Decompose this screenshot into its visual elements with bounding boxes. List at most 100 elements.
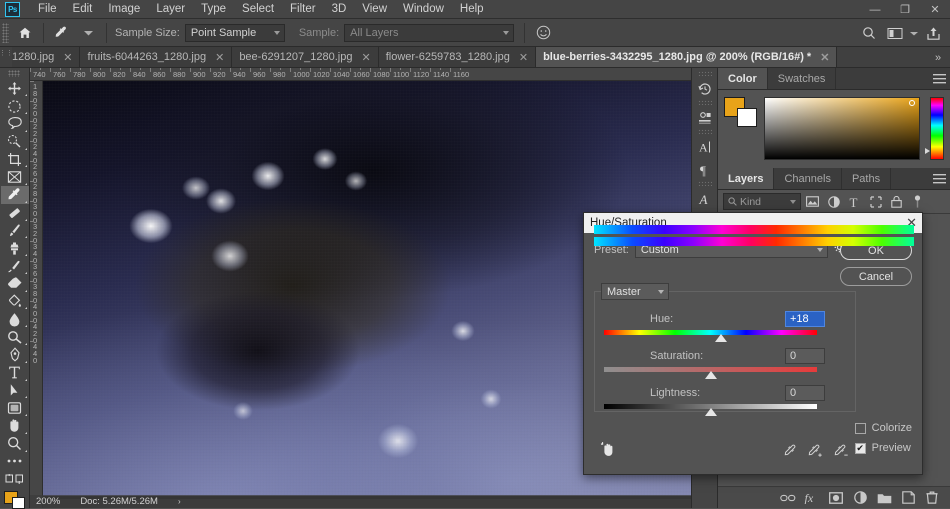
lightness-value-input[interactable]: 0 [785, 385, 825, 401]
document-tab-1[interactable]: fruits-6044263_1280.jpg ✕ [80, 47, 233, 67]
menu-filter[interactable]: Filter [282, 0, 324, 19]
tools-panel-grip[interactable] [8, 70, 20, 78]
tab-layers[interactable]: Layers [718, 168, 775, 189]
close-icon[interactable]: ✕ [519, 51, 528, 64]
eyedropper-add-icon[interactable] [808, 444, 824, 461]
background-color-swatch[interactable] [11, 497, 25, 509]
new-layer-icon[interactable] [896, 487, 920, 509]
channel-select[interactable]: Master [601, 283, 669, 300]
menu-help[interactable]: Help [452, 0, 492, 19]
icon-column-grip[interactable] [697, 129, 712, 134]
tab-channels[interactable]: Channels [774, 168, 842, 189]
layer-fx-icon[interactable]: fx [800, 487, 824, 509]
background-color-swatch[interactable] [737, 108, 757, 127]
properties-icon[interactable] [692, 106, 717, 129]
eraser-tool[interactable] [1, 275, 29, 293]
tab-bar-grip[interactable]: ⋮⋮ [0, 49, 13, 65]
color-field[interactable] [764, 97, 920, 160]
document-tab-3[interactable]: flower-6259783_1280.jpg ✕ [378, 47, 537, 67]
lightness-slider-track[interactable] [604, 404, 817, 416]
sample-select[interactable]: All Layers [344, 23, 515, 42]
lightness-slider-thumb[interactable] [704, 408, 717, 416]
spectrum-bar-output[interactable] [594, 237, 914, 246]
minimize-button[interactable]: — [860, 0, 890, 19]
eyedropper-subtract-icon[interactable] [834, 444, 850, 461]
filter-toggle-icon[interactable] [908, 192, 927, 211]
workspace-icon[interactable] [882, 20, 908, 46]
menu-layer[interactable]: Layer [148, 0, 193, 19]
status-bar-expand-icon[interactable]: › [178, 497, 181, 506]
search-icon[interactable] [856, 20, 882, 46]
type-filter-icon[interactable]: T [845, 192, 864, 211]
path-selection-tool[interactable] [1, 382, 29, 400]
zoom-level[interactable]: 200% [36, 496, 60, 507]
dodge-tool[interactable] [1, 328, 29, 346]
delete-layer-icon[interactable] [920, 487, 944, 509]
menu-3d[interactable]: 3D [324, 0, 355, 19]
restore-button[interactable]: ❐ [890, 0, 920, 19]
spot-healing-brush-tool[interactable] [1, 204, 29, 222]
saturation-value-input[interactable]: 0 [785, 348, 825, 364]
smart-object-filter-icon[interactable] [887, 192, 906, 211]
panel-menu-icon[interactable] [933, 68, 946, 90]
icon-column-grip[interactable] [697, 181, 712, 186]
shape-filter-icon[interactable] [866, 192, 885, 211]
hue-slider-track[interactable] [604, 330, 817, 342]
zoom-tool[interactable] [1, 435, 29, 453]
history-icon[interactable] [692, 77, 717, 100]
menu-window[interactable]: Window [395, 0, 452, 19]
scrubby-hand-icon[interactable] [600, 441, 617, 461]
icon-column-grip[interactable] [697, 100, 712, 105]
preview-row[interactable]: ✔ Preview [854, 442, 912, 454]
eyedropper-icon[interactable] [784, 444, 798, 461]
workspace-chevron-down-icon[interactable] [908, 20, 920, 46]
pen-tool[interactable] [1, 346, 29, 364]
hue-strip[interactable] [925, 97, 944, 160]
new-adjustment-icon[interactable] [848, 487, 872, 509]
paragraph-icon[interactable]: ¶ [692, 158, 717, 181]
close-icon[interactable]: ✕ [820, 51, 829, 64]
edit-toolbar-ellipsis-icon[interactable] [1, 453, 29, 471]
close-icon[interactable]: ✕ [361, 51, 370, 64]
close-button[interactable]: ✕ [920, 0, 950, 19]
paint-bucket-tool[interactable] [1, 293, 29, 311]
colorize-row[interactable]: Colorize [854, 422, 912, 434]
close-icon[interactable]: ✕ [215, 51, 224, 64]
hue-slider-thumb[interactable] [715, 334, 728, 342]
saturation-slider-thumb[interactable] [704, 371, 717, 379]
move-tool[interactable] [1, 79, 29, 97]
hue-saturation-dialog[interactable]: Hue/Saturation ✕ Preset: Custom OK Cance… [583, 212, 923, 475]
clone-stamp-tool[interactable] [1, 239, 29, 257]
options-bar-grip[interactable] [2, 22, 9, 43]
tab-overflow-button[interactable]: » [926, 47, 950, 67]
link-layers-icon[interactable] [776, 487, 800, 509]
document-tab-4[interactable]: blue-berries-3432295_1280.jpg @ 200% (RG… [536, 47, 838, 67]
rectangle-tool[interactable] [1, 399, 29, 417]
marquee-tool[interactable] [1, 97, 29, 115]
eyedropper-tool[interactable] [0, 186, 29, 204]
menu-file[interactable]: File [30, 0, 65, 19]
document-tab-2[interactable]: bee-6291207_1280.jpg ✕ [232, 47, 379, 67]
color-panel-swatches[interactable] [724, 97, 758, 127]
hand-tool[interactable] [1, 417, 29, 435]
tab-paths[interactable]: Paths [841, 168, 892, 189]
new-group-icon[interactable] [872, 487, 896, 509]
glyphs-icon[interactable]: A [692, 187, 717, 210]
history-brush-tool[interactable] [1, 257, 29, 275]
pixel-filter-icon[interactable] [803, 192, 822, 211]
hue-value-input[interactable]: +18 [785, 311, 825, 327]
tool-preset-chevron-down-icon[interactable] [75, 20, 101, 46]
blur-tool[interactable] [1, 310, 29, 328]
close-icon[interactable]: ✕ [63, 51, 72, 64]
share-icon[interactable] [920, 20, 946, 46]
add-mask-icon[interactable] [824, 487, 848, 509]
type-tool[interactable] [1, 364, 29, 382]
quick-selection-tool[interactable] [1, 133, 29, 151]
menu-image[interactable]: Image [100, 0, 148, 19]
lasso-tool[interactable] [1, 115, 29, 133]
brush-tool[interactable] [1, 222, 29, 240]
menu-select[interactable]: Select [234, 0, 282, 19]
cancel-button[interactable]: Cancel [840, 267, 912, 286]
frame-tool[interactable] [1, 168, 29, 186]
sample-size-select[interactable]: Point Sample [184, 23, 285, 42]
